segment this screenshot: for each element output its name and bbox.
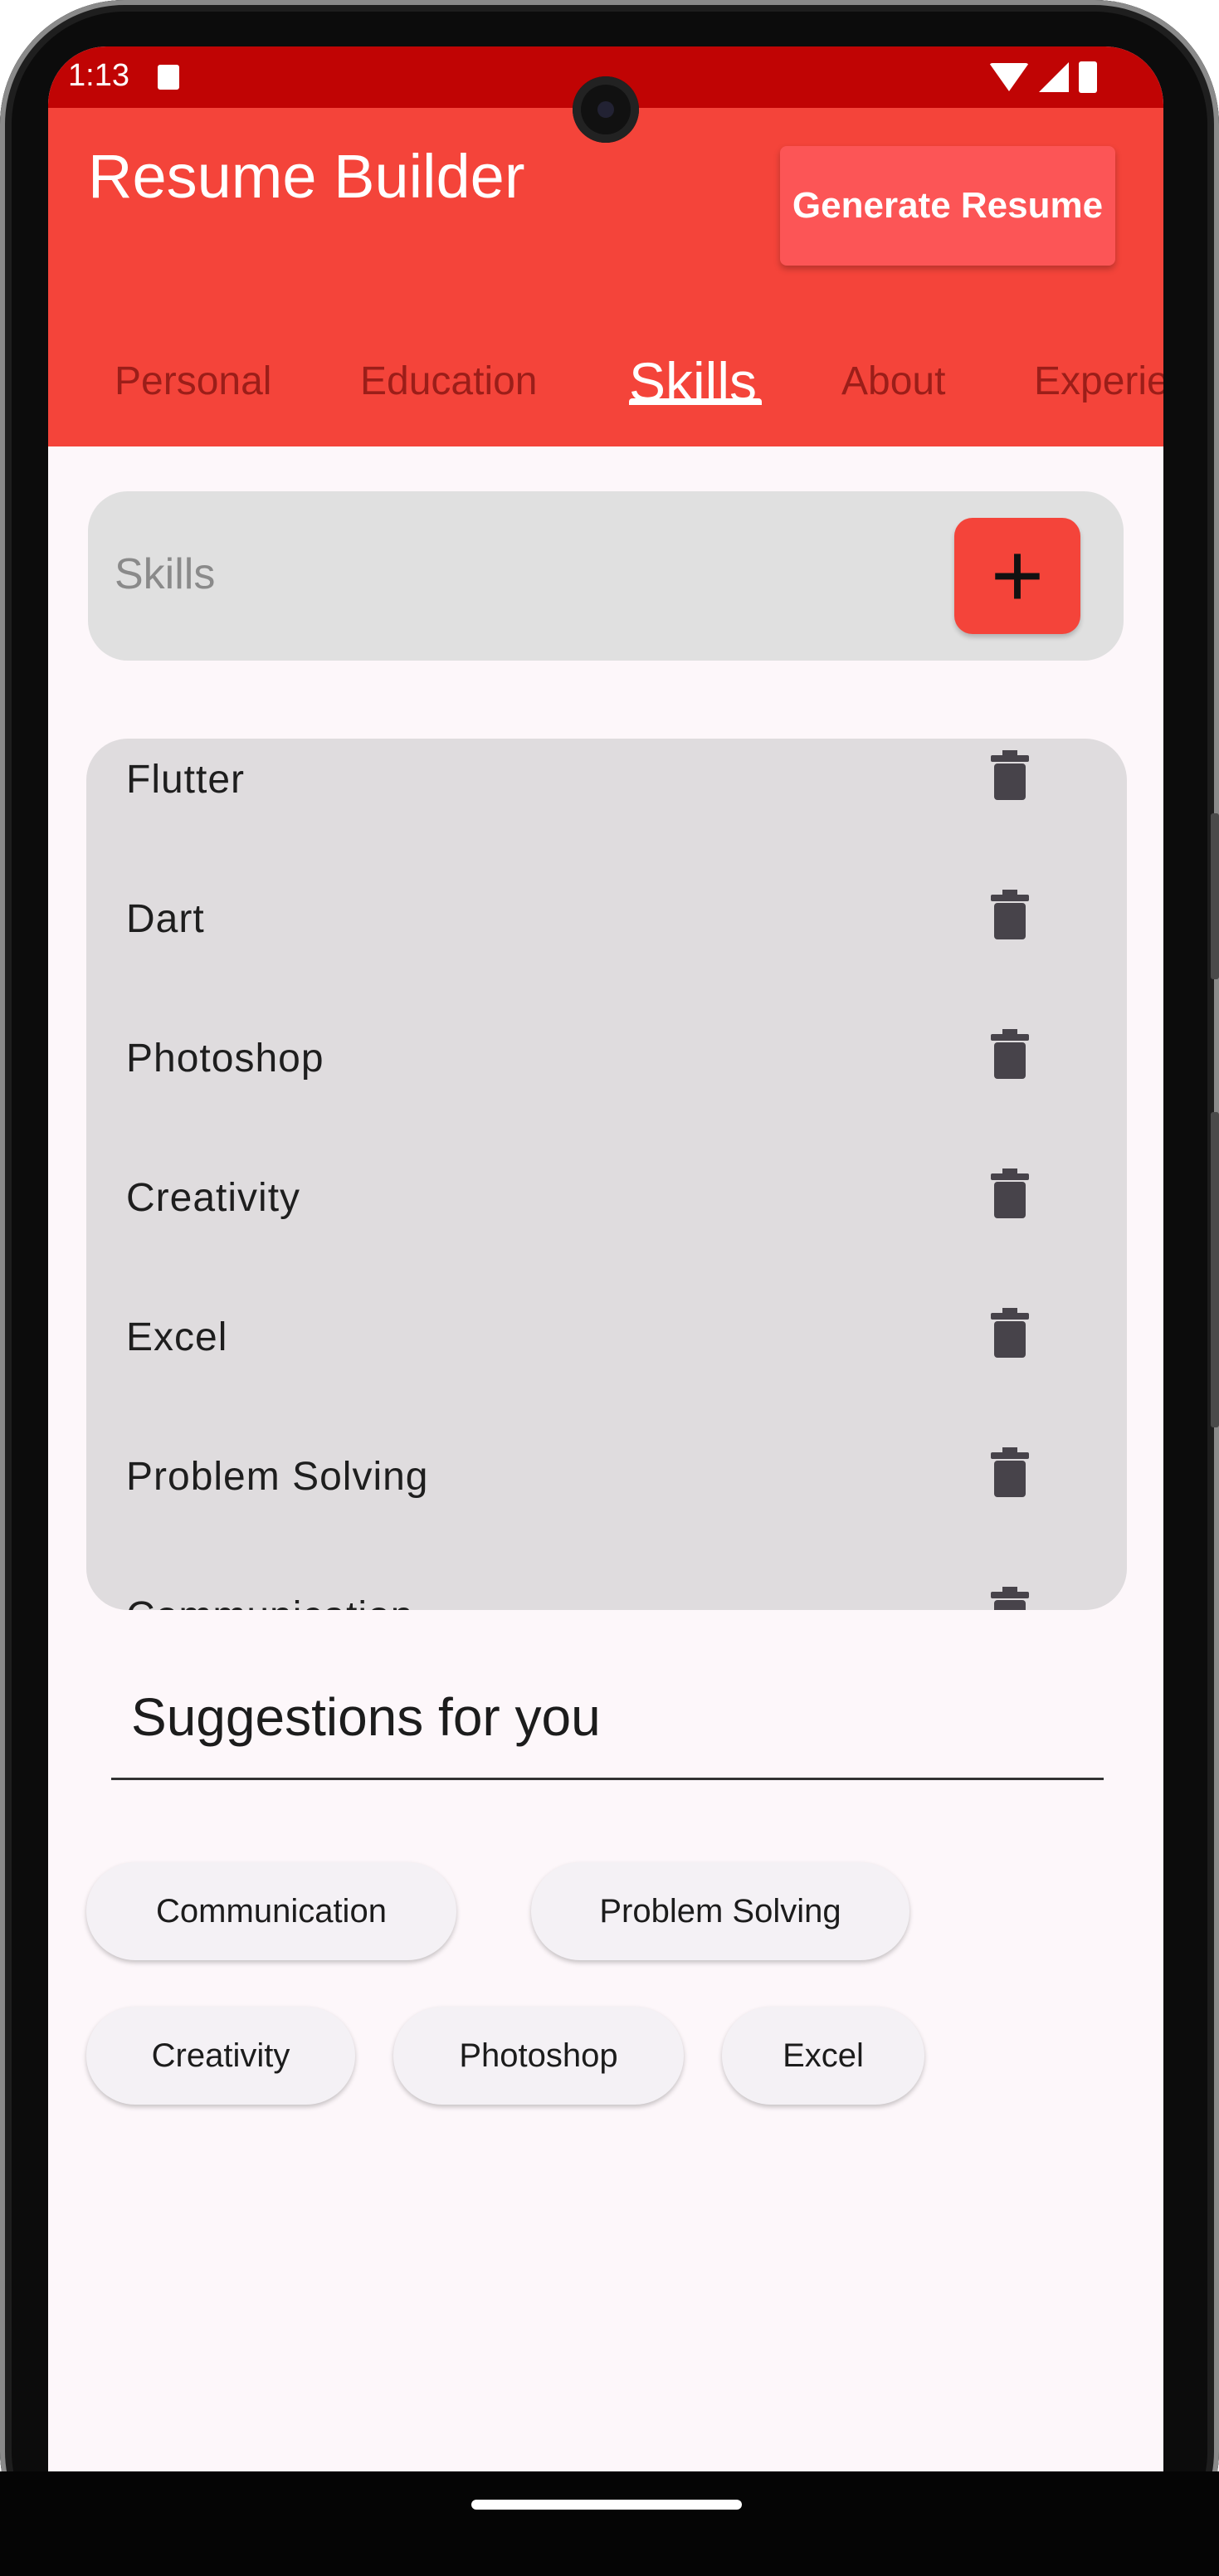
battery-icon — [1079, 61, 1097, 93]
front-camera — [573, 76, 639, 143]
tab-education[interactable]: Education — [360, 359, 538, 404]
suggestion-chip[interactable]: Creativity — [86, 2007, 355, 2105]
list-item: Creativity — [86, 1157, 1127, 1296]
skills-list[interactable]: Flutter Dart Photoshop Creativity Excel … — [86, 739, 1127, 1610]
skill-name: Flutter — [126, 758, 246, 802]
delete-icon[interactable] — [991, 1029, 1029, 1079]
device-frame: 1:13 Resume Builder Generate Resume Pers… — [0, 0, 1219, 2576]
navigation-bar — [0, 2471, 1219, 2576]
power-button — [1211, 1112, 1219, 1427]
tab-personal[interactable]: Personal — [115, 359, 271, 404]
volume-button — [1211, 813, 1219, 979]
sd-card-icon — [158, 65, 179, 90]
tab-experience[interactable]: Experie — [1034, 359, 1163, 404]
list-item: Communication — [86, 1575, 1127, 1610]
suggestion-chip[interactable]: Problem Solving — [531, 1862, 909, 1960]
delete-icon[interactable] — [991, 1447, 1029, 1497]
generate-resume-button[interactable]: Generate Resume — [780, 146, 1115, 266]
list-item: Dart — [86, 878, 1127, 1017]
skill-name: Communication — [126, 1593, 413, 1610]
add-skill-button[interactable]: + — [954, 518, 1080, 634]
plus-icon: + — [990, 524, 1045, 627]
list-item: Problem Solving — [86, 1436, 1127, 1575]
suggestions-divider — [111, 1778, 1104, 1780]
wifi-icon — [989, 63, 1029, 91]
status-time: 1:13 — [68, 58, 129, 93]
delete-icon[interactable] — [991, 890, 1029, 939]
list-item: Flutter — [86, 739, 1127, 878]
list-item: Photoshop — [86, 1017, 1127, 1157]
home-indicator[interactable] — [471, 2500, 742, 2510]
skill-input[interactable] — [115, 541, 911, 607]
delete-icon[interactable] — [991, 1168, 1029, 1218]
delete-icon[interactable] — [991, 750, 1029, 800]
tab-bar: Personal Education Skills About Experie — [48, 320, 1163, 446]
suggestion-chip[interactable]: Excel — [722, 2007, 924, 2105]
active-tab-indicator — [629, 398, 762, 405]
screen: 1:13 Resume Builder Generate Resume Pers… — [48, 46, 1163, 2471]
list-item: Excel — [86, 1296, 1127, 1436]
skill-name: Excel — [126, 1315, 228, 1359]
skill-name: Creativity — [126, 1176, 301, 1220]
suggestion-chip[interactable]: Photoshop — [393, 2007, 684, 2105]
delete-icon[interactable] — [991, 1308, 1029, 1358]
signal-icon — [1039, 62, 1069, 92]
suggestions-title: Suggestions for you — [131, 1687, 601, 1747]
skill-name: Dart — [126, 897, 205, 941]
skill-name: Problem Solving — [126, 1455, 429, 1499]
delete-icon[interactable] — [991, 1587, 1029, 1610]
suggestion-chip[interactable]: Communication — [86, 1862, 456, 1960]
tab-about[interactable]: About — [841, 359, 945, 404]
skill-name: Photoshop — [126, 1037, 324, 1081]
app-title: Resume Builder — [88, 142, 525, 211]
status-icons — [989, 61, 1097, 93]
